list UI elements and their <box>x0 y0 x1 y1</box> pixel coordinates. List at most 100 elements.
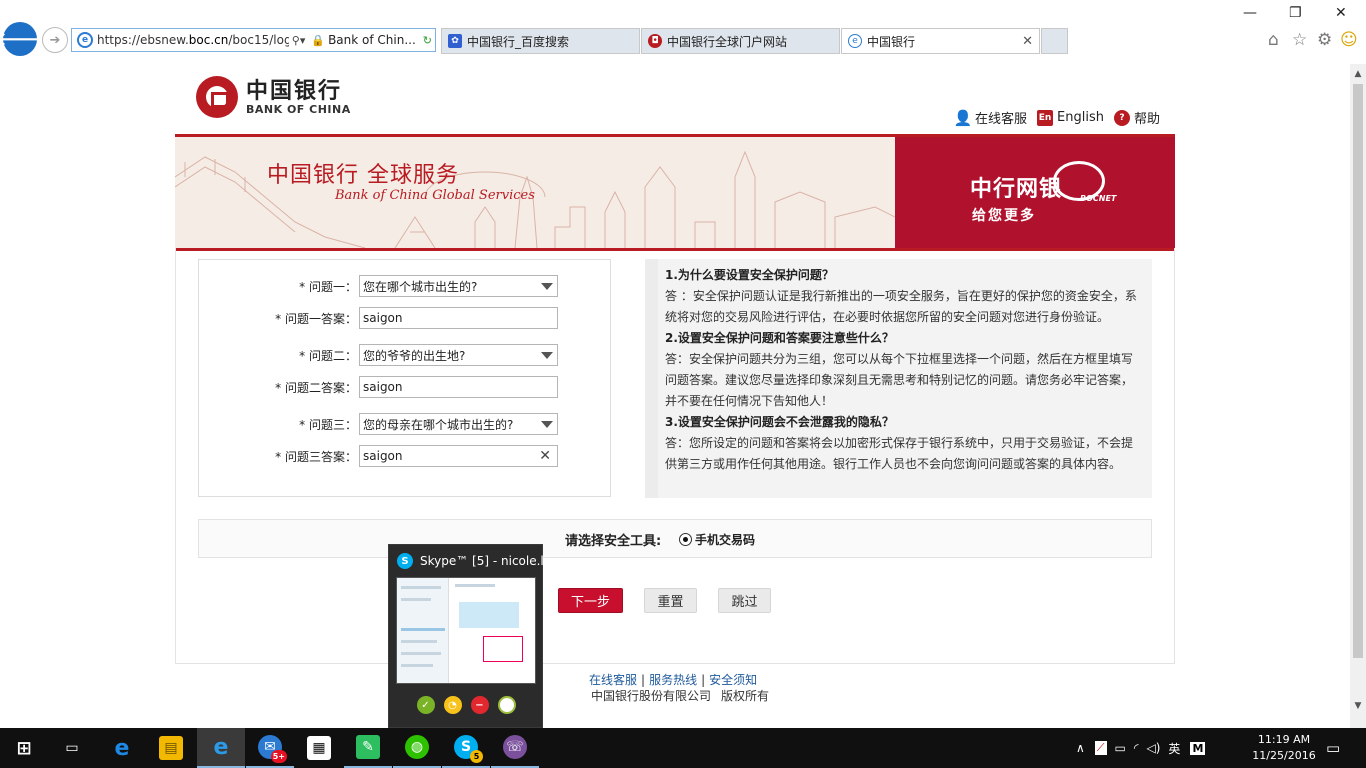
question-2-select[interactable]: 您的爷爷的出生地? <box>359 344 558 366</box>
search-icon[interactable]: ⚲▾ <box>292 34 306 47</box>
favorites-star-icon[interactable]: ☆ <box>1292 30 1307 50</box>
page-viewport: 中国银行 BANK OF CHINA 👤 在线客服 En English ? 帮… <box>0 64 1350 728</box>
tab-boc-active[interactable]: e 中国银行 ✕ <box>841 28 1040 54</box>
task-view-button[interactable]: ▭ <box>48 728 96 768</box>
thumbnail-line <box>401 598 431 601</box>
taskbar-wechat[interactable]: ◍ <box>393 728 441 768</box>
answer-1-row: * 问题一答案： saigon <box>199 307 612 329</box>
ie-page-icon: e <box>77 32 93 48</box>
back-button[interactable]: 🡐 <box>0 22 44 56</box>
footer-online-service-link[interactable]: 在线客服 <box>589 673 637 687</box>
system-tray: ∧ ⟋ ▭ ◜ ◁) 英 M <box>1076 728 1206 768</box>
sms-code-radio[interactable]: 手机交易码 <box>679 531 755 548</box>
boc-logo[interactable]: 中国银行 BANK OF CHINA <box>196 76 351 118</box>
status-invisible-icon[interactable] <box>497 696 516 714</box>
ie-icon: e <box>848 34 862 48</box>
radio-selected-icon <box>679 533 692 546</box>
online-service-link[interactable]: 👤 在线客服 <box>954 108 1027 128</box>
system-clock[interactable]: 11:19 AM 11/25/2016 <box>1246 732 1322 764</box>
thumbnail-line <box>401 664 433 667</box>
bocnet-subtitle: 给您更多 <box>972 208 1036 224</box>
question-3-select[interactable]: 您的母亲在哪个城市出生的? <box>359 413 558 435</box>
edge-icon: e <box>114 735 130 761</box>
clock-date: 11/25/2016 <box>1252 749 1316 762</box>
answer-1-value: saigon <box>363 311 403 325</box>
start-button[interactable]: ⊞ <box>0 728 48 768</box>
minimize-icon[interactable]: — <box>1243 5 1257 21</box>
action-center-button[interactable]: ▭ <box>1326 728 1340 768</box>
footer-security-link[interactable]: 安全须知 <box>709 673 757 687</box>
site-identity[interactable]: Bank of Chin... <box>328 33 416 47</box>
wifi-icon[interactable]: ◜ <box>1134 741 1139 755</box>
logo-english: BANK OF CHINA <box>246 102 351 116</box>
answer-3-input[interactable]: saigon ✕ <box>359 445 558 467</box>
clear-input-icon[interactable]: ✕ <box>539 448 551 464</box>
close-tab-icon[interactable]: ✕ <box>1022 34 1033 49</box>
skype-window-thumbnail[interactable] <box>396 577 536 684</box>
answer-1-input[interactable]: saigon <box>359 307 558 329</box>
thumbnail-line <box>401 652 441 655</box>
skip-button[interactable]: 跳过 <box>718 588 771 613</box>
gear-icon[interactable]: ⚙ <box>1317 30 1332 50</box>
skype-taskbar-preview[interactable]: S Skype™ [5] - nicole.l... ✓ ◔ − <box>388 544 555 728</box>
url-text[interactable]: https://ebsnew.boc.cn/boc15/logi <box>97 33 289 47</box>
taskbar-calculator[interactable]: ▦ <box>295 728 343 768</box>
question-1-select[interactable]: 您在哪个城市出生的? <box>359 275 558 297</box>
taskbar-baidu-app[interactable]: ✉ 5+ <box>246 728 294 768</box>
refresh-icon[interactable]: ↻ <box>423 34 432 47</box>
taskbar-internet-explorer[interactable]: e <box>197 728 245 768</box>
answer-2-input[interactable]: saigon <box>359 376 558 398</box>
status-busy-icon[interactable]: − <box>470 696 489 714</box>
tab-baidu-search[interactable]: ✿ 中国银行_百度搜索 <box>441 28 640 54</box>
skype-preview-title: S Skype™ [5] - nicole.l... <box>397 553 555 569</box>
browser-chrome: 🡐 ➔ e https://ebsnew.boc.cn/boc15/logi ⚲… <box>0 0 1366 64</box>
smiley-feedback-icon[interactable]: ☺ <box>1340 30 1358 50</box>
home-icon[interactable]: ⌂ <box>1268 30 1279 50</box>
thumbnail-line <box>455 584 495 587</box>
logo-chinese: 中国银行 <box>246 77 343 104</box>
help-link[interactable]: ? 帮助 <box>1113 108 1160 127</box>
scroll-thumb[interactable] <box>1353 84 1363 658</box>
lock-icon[interactable]: 🔒 <box>311 34 325 47</box>
tab-label: 中国银行全球门户网站 <box>667 34 788 49</box>
ime-indicator[interactable]: 英 <box>1168 740 1180 757</box>
footer-hotline-link[interactable]: 服务热线 <box>649 673 697 687</box>
skype-icon: S <box>397 553 413 569</box>
scroll-down-icon[interactable]: ▼ <box>1350 698 1366 714</box>
taskbar-file-explorer[interactable]: ▤ <box>147 728 195 768</box>
clock-time: 11:19 AM <box>1257 733 1311 746</box>
address-bar[interactable]: e https://ebsnew.boc.cn/boc15/logi ⚲▾ 🔒 … <box>71 28 436 52</box>
english-badge-icon: En <box>1037 109 1054 126</box>
show-hidden-icons-chevron-icon[interactable]: ∧ <box>1076 741 1085 755</box>
security-tool-row: 请选择安全工具: 手机交易码 <box>198 519 1152 558</box>
new-tab-button[interactable] <box>1041 28 1068 54</box>
battery-icon[interactable]: ▭ <box>1115 741 1126 755</box>
status-online-icon[interactable]: ✓ <box>416 696 435 714</box>
restore-icon[interactable]: ❐ <box>1289 5 1302 21</box>
answer-1-label: * 问题一答案： <box>275 311 357 326</box>
bocnet-promo[interactable]: 中行网银 给您更多 BOCNET <box>895 137 1175 248</box>
scroll-up-icon[interactable]: ▲ <box>1350 66 1366 82</box>
close-window-icon[interactable]: ✕ <box>1335 5 1347 21</box>
taskbar-skype[interactable]: S5 <box>442 728 490 768</box>
vertical-scrollbar[interactable]: ▲ ▼ <box>1350 64 1366 728</box>
taskbar-viber[interactable]: ☏ <box>491 728 539 768</box>
banner-global-services: 中国银行 全球服务 Bank of China Global Services <box>175 137 895 248</box>
taskbar-evernote[interactable]: ✎ <box>344 728 392 768</box>
answer-2-value: saigon <box>363 380 403 394</box>
thumbnail-card <box>483 636 523 662</box>
message-app-icon: ✉ 5+ <box>258 735 287 763</box>
answer-2-row: * 问题二答案： saigon <box>199 376 612 398</box>
english-link[interactable]: En English <box>1037 109 1104 126</box>
status-away-icon[interactable]: ◔ <box>443 696 462 714</box>
taskbar-edge[interactable]: e <box>98 728 146 768</box>
antivirus-icon[interactable]: ⟋ <box>1094 741 1107 755</box>
forward-button[interactable]: ➔ <box>42 27 68 53</box>
reset-button[interactable]: 重置 <box>644 588 697 613</box>
wechat-icon: ◍ <box>405 735 429 759</box>
ime-mode-icon[interactable]: M <box>1190 741 1206 755</box>
next-button[interactable]: 下一步 <box>558 588 623 613</box>
volume-icon[interactable]: ◁) <box>1147 741 1161 755</box>
tab-boc-portal[interactable]: ◘ 中国银行全球门户网站 <box>641 28 840 54</box>
question-2-value: 您的爷爷的出生地? <box>363 348 466 363</box>
